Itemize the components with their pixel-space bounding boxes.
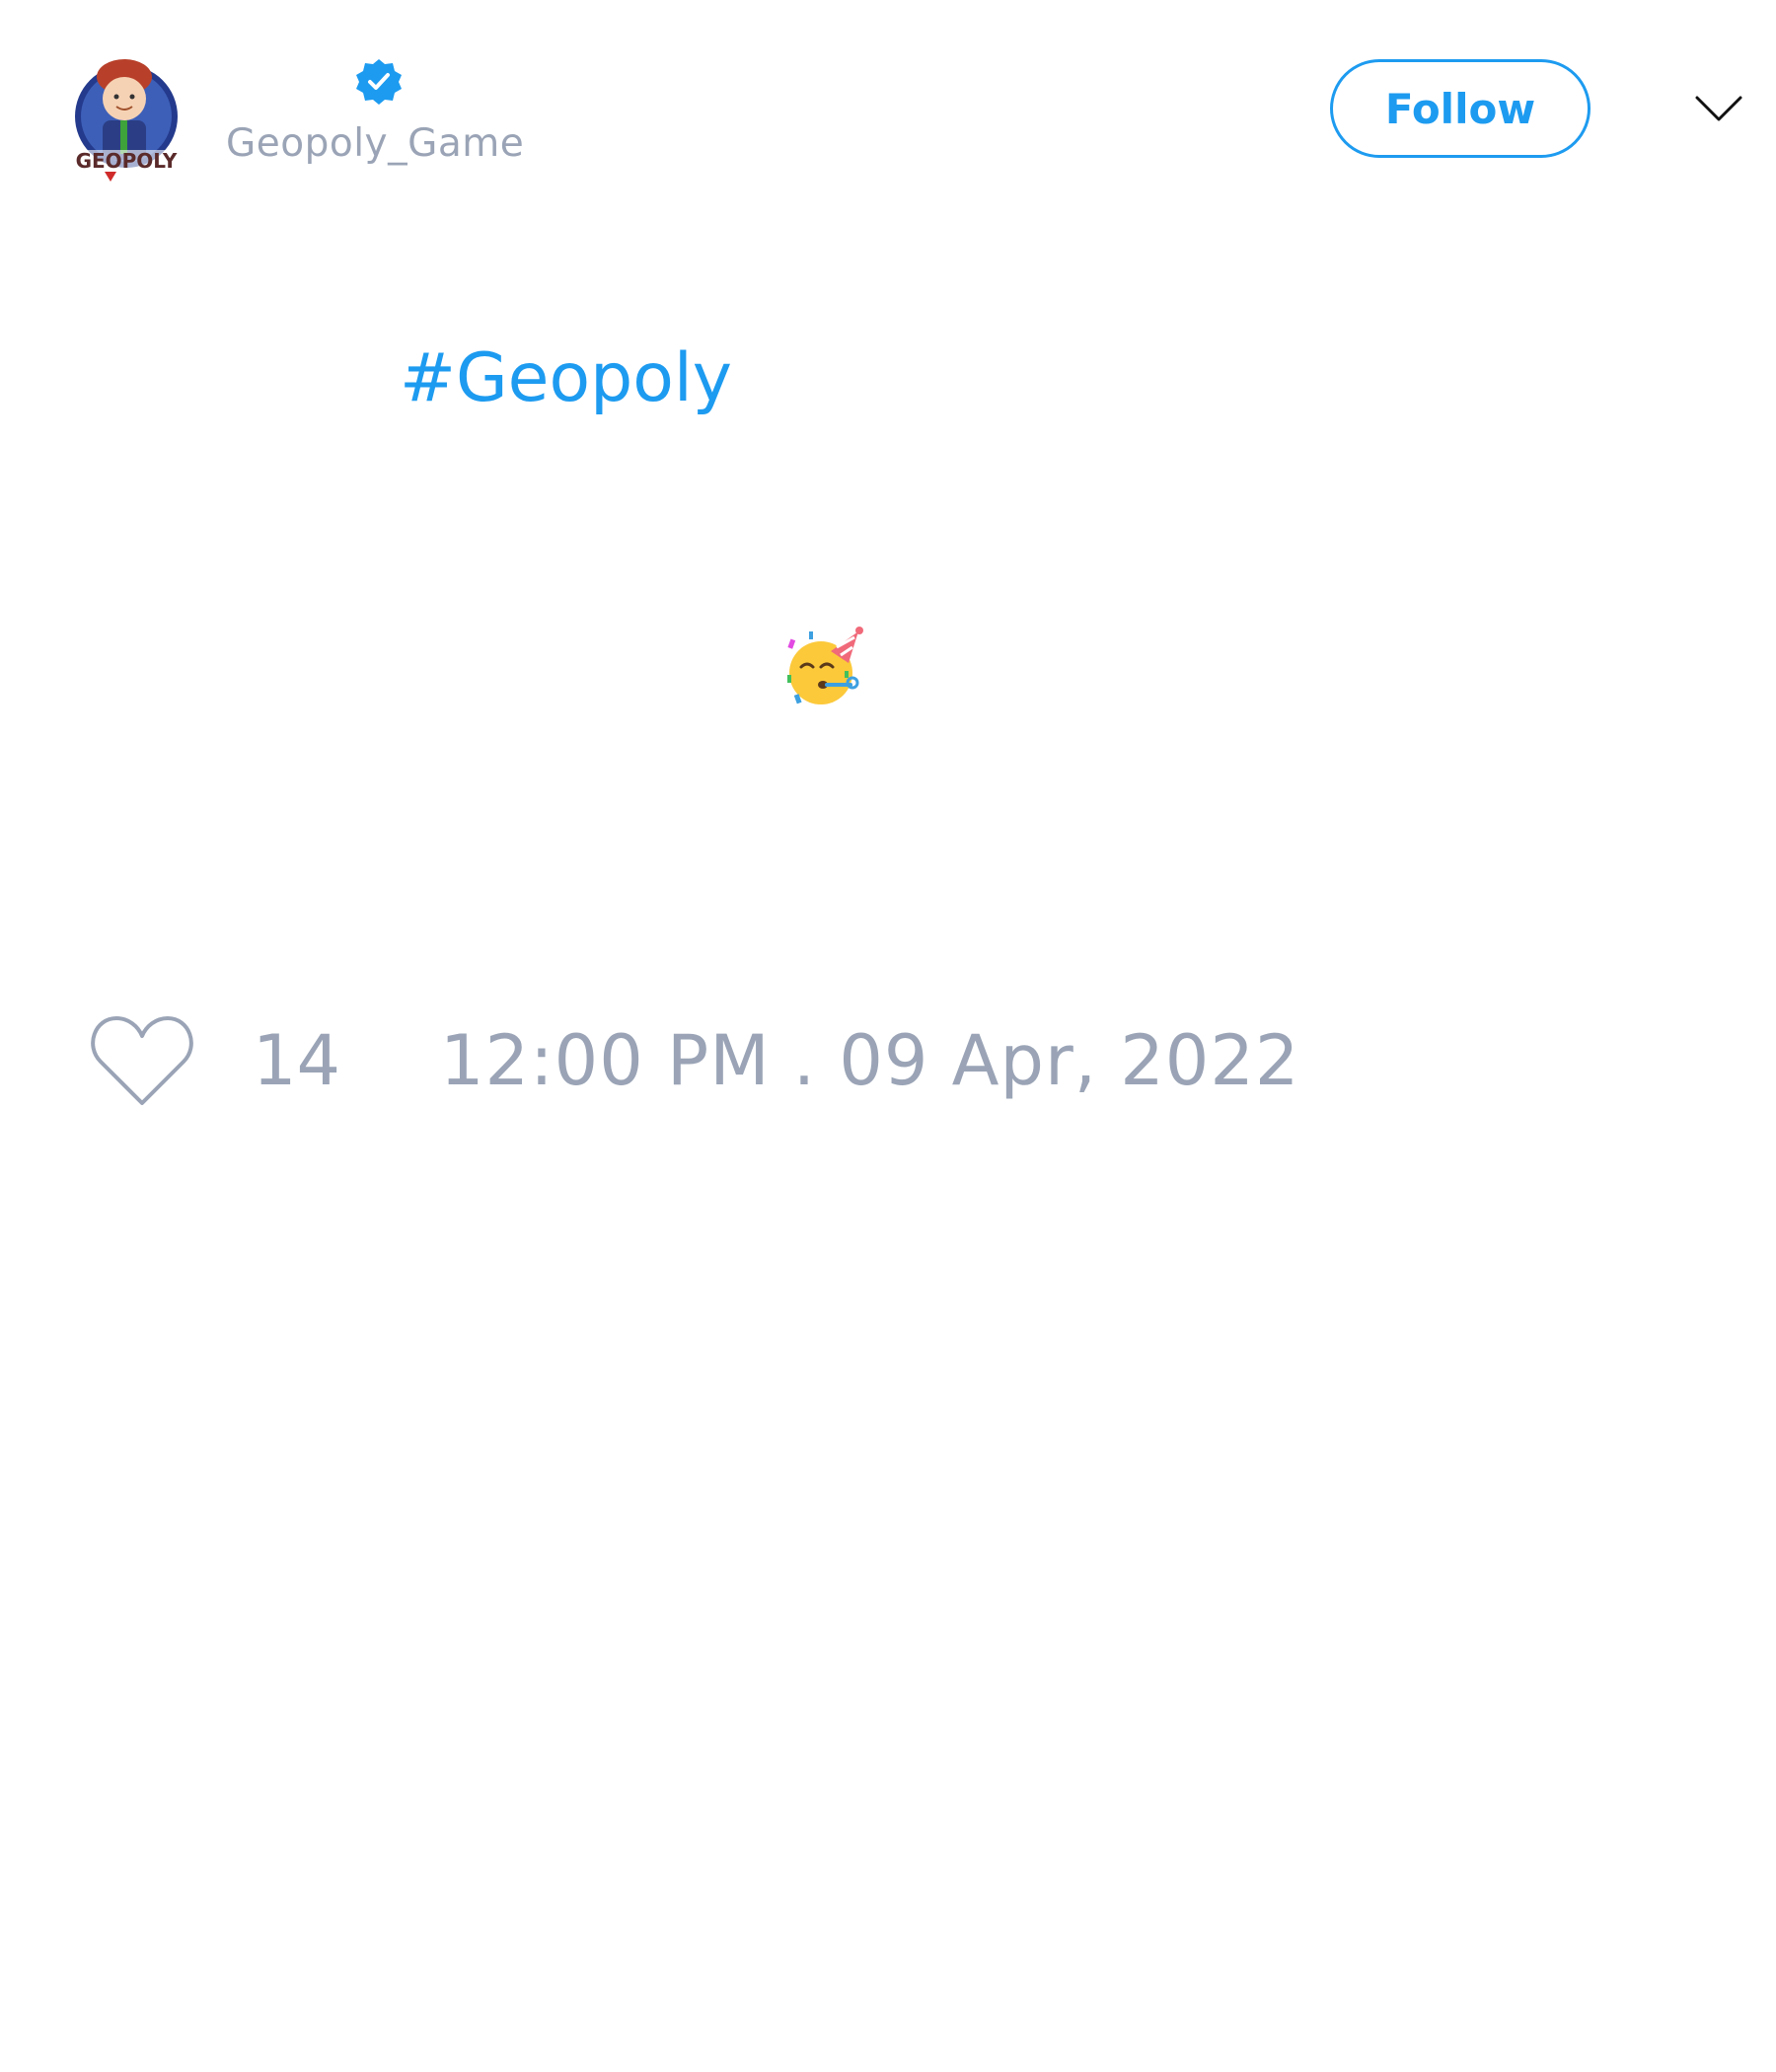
partying-face-emoji-icon <box>785 626 864 708</box>
verified-badge-icon <box>354 57 404 107</box>
follow-button[interactable]: Follow <box>1330 59 1591 158</box>
avatar[interactable]: GEOPOLY <box>65 47 187 185</box>
hashtag-link[interactable]: #Geopoly <box>400 345 732 412</box>
like-count: 14 <box>253 1020 341 1101</box>
author-handle[interactable]: Geopoly_Game <box>226 124 524 163</box>
tweet-timestamp[interactable]: 12:00 PM . 09 Apr, 2022 <box>440 1026 1299 1095</box>
chevron-down-icon[interactable] <box>1695 95 1742 122</box>
avatar-logo-text: GEOPOLY <box>76 149 178 173</box>
heart-icon[interactable] <box>89 1012 195 1107</box>
